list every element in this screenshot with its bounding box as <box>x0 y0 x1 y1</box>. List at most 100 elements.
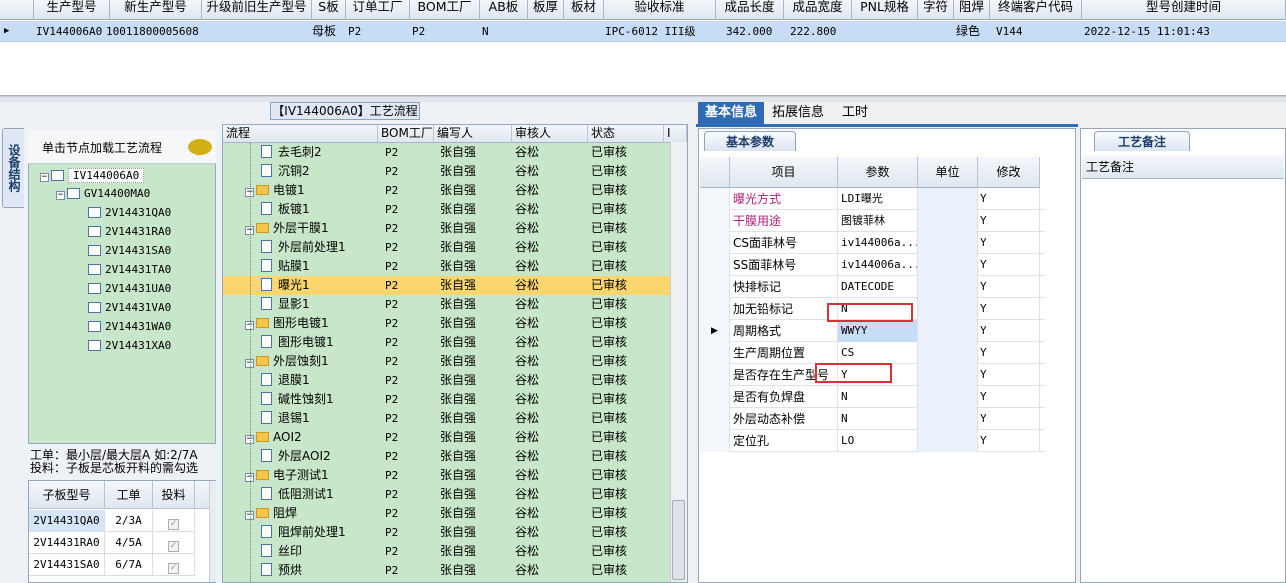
sub-grid-scrollbar[interactable] <box>209 481 216 582</box>
col-header[interactable]: 成品宽度 <box>784 0 852 20</box>
param-unit[interactable] <box>918 298 978 320</box>
param-edit[interactable]: Y <box>978 232 1040 254</box>
param-unit[interactable] <box>918 254 978 276</box>
col-header[interactable]: 型号创建时间 <box>1082 0 1286 20</box>
cell-ab-board[interactable]: N <box>482 21 512 42</box>
process-row[interactable]: 图形电镀1 P2 张自强 谷松 已审核 <box>223 333 687 352</box>
col-header[interactable]: 修改 <box>978 157 1040 188</box>
col-header[interactable]: 状态 <box>588 125 664 143</box>
chat-bubble-icon[interactable] <box>188 139 212 156</box>
process-row[interactable]: − AOI2 P2 张自强 谷松 已审核 <box>223 428 687 447</box>
process-row[interactable]: − 电子测试1 P2 张自强 谷松 已审核 <box>223 466 687 485</box>
process-row[interactable]: 外层前处理1 P2 张自强 谷松 已审核 <box>223 238 687 257</box>
col-header[interactable]: 新生产型号 <box>110 0 202 20</box>
param-item[interactable]: 生产周期位置 <box>730 342 838 364</box>
param-item[interactable]: 加无铅标记 <box>730 298 838 320</box>
param-edit[interactable]: Y <box>978 408 1040 430</box>
param-row[interactable]: ▶ 周期格式 WWYY Y <box>700 320 1045 342</box>
tree-node-leaf[interactable]: 2V14431TA0 <box>88 262 171 278</box>
param-unit[interactable] <box>918 342 978 364</box>
param-row[interactable]: SS面菲林号 iv144006a... Y <box>700 254 1045 276</box>
tab-process-notes[interactable]: 工艺备注 <box>1094 131 1190 151</box>
col-header[interactable]: 板厚 <box>528 0 564 20</box>
param-row[interactable]: 快排标记 DATECODE Y <box>700 276 1045 298</box>
param-unit[interactable] <box>918 188 978 210</box>
process-row[interactable]: 阻焊前处理1 P2 张自强 谷松 已审核 <box>223 523 687 542</box>
param-value[interactable]: iv144006a... <box>838 232 918 254</box>
tree-node-leaf[interactable]: 2V14431SA0 <box>88 243 171 259</box>
process-row[interactable]: 贴膜1 P2 张自强 谷松 已审核 <box>223 257 687 276</box>
tree-node-leaf[interactable]: 2V14431XA0 <box>88 338 171 354</box>
col-header[interactable]: 项目 <box>730 157 838 188</box>
param-value[interactable]: CS <box>838 342 918 364</box>
tree-node-leaf[interactable]: 2V14431RA0 <box>88 224 171 240</box>
param-row[interactable]: 干膜用途 图镀菲林 Y <box>700 210 1045 232</box>
param-unit[interactable] <box>918 210 978 232</box>
cell-sub-model[interactable]: 2V14431RA0 <box>29 532 105 554</box>
tree-node-leaf[interactable]: 2V14431UA0 <box>88 281 171 297</box>
cell-sub-feed[interactable]: ✓ <box>153 510 195 532</box>
process-row[interactable]: 退膜1 P2 张自强 谷松 已审核 <box>223 371 687 390</box>
param-value[interactable]: WWYY <box>838 320 918 342</box>
param-row[interactable]: 定位孔 LO Y <box>700 430 1045 452</box>
param-item[interactable]: 定位孔 <box>730 430 838 452</box>
col-header[interactable]: 工单 <box>105 481 153 509</box>
model-row[interactable]: ▶ IV144006A0 10011800005608 母板 P2 P2 N I… <box>0 21 1286 42</box>
param-value[interactable]: DATECODE <box>838 276 918 298</box>
param-value[interactable]: LO <box>838 430 918 452</box>
param-edit[interactable]: Y <box>978 386 1040 408</box>
param-value[interactable]: iv144006a... <box>838 254 918 276</box>
tab-extended-info[interactable]: 拓展信息 <box>766 102 830 124</box>
col-header[interactable]: PNL规格 <box>852 0 918 20</box>
col-header[interactable]: 投料 <box>153 481 195 509</box>
param-edit[interactable]: Y <box>978 364 1040 386</box>
cell-length[interactable]: 342.000 <box>726 21 786 42</box>
cell-new-model[interactable]: 10011800005608 <box>106 21 206 42</box>
checkbox-icon[interactable]: ✓ <box>168 563 179 574</box>
cell-solder[interactable]: 绿色 <box>956 21 990 42</box>
col-header[interactable]: BOM工厂 <box>378 125 434 143</box>
notes-col-header[interactable]: 工艺备注 <box>1082 155 1284 179</box>
process-row[interactable]: − 外层干膜1 P2 张自强 谷松 已审核 <box>223 219 687 238</box>
col-header[interactable]: 审核人 <box>512 125 588 143</box>
param-row[interactable]: CS面菲林号 iv144006a... Y <box>700 232 1045 254</box>
process-row[interactable]: 板镀1 P2 张自强 谷松 已审核 <box>223 200 687 219</box>
param-item[interactable]: 曝光方式 <box>730 188 838 210</box>
col-header[interactable]: 参数 <box>838 157 918 188</box>
tree-node-leaf[interactable]: 2V14431QA0 <box>88 205 171 221</box>
process-row[interactable]: 外层AOI2 P2 张自强 谷松 已审核 <box>223 447 687 466</box>
cell-width[interactable]: 222.800 <box>790 21 850 42</box>
col-header[interactable]: 订单工厂 <box>346 0 410 20</box>
param-edit[interactable]: Y <box>978 210 1040 232</box>
param-edit[interactable]: Y <box>978 320 1040 342</box>
col-header[interactable]: 流程 <box>223 125 378 143</box>
process-row[interactable]: 去毛刺2 P2 张自强 谷松 已审核 <box>223 143 687 162</box>
col-header[interactable]: 编写人 <box>434 125 512 143</box>
cell-sub-order[interactable]: 2/3A <box>105 510 153 532</box>
notes-area[interactable] <box>1082 179 1284 582</box>
col-header[interactable]: BOM工厂 <box>410 0 480 20</box>
param-row[interactable]: 外层动态补偿 N Y <box>700 408 1045 430</box>
param-value[interactable]: LDI曝光 <box>838 188 918 210</box>
col-header[interactable]: 升级前旧生产型号 <box>202 0 312 20</box>
cell-sub-model[interactable]: 2V14431QA0 <box>29 510 105 532</box>
process-row[interactable]: − 外层蚀刻1 P2 张自强 谷松 已审核 <box>223 352 687 371</box>
col-header[interactable]: 成品长度 <box>716 0 784 20</box>
cell-sub-feed[interactable]: ✓ <box>153 532 195 554</box>
process-row[interactable]: 预烘 P2 张自强 谷松 已审核 <box>223 561 687 580</box>
process-row[interactable]: 退锡1 P2 张自强 谷松 已审核 <box>223 409 687 428</box>
col-header[interactable]: 验收标准 <box>604 0 716 20</box>
param-edit[interactable]: Y <box>978 254 1040 276</box>
param-item[interactable]: 是否有负焊盘 <box>730 386 838 408</box>
col-header[interactable]: 终端客户代码 <box>990 0 1082 20</box>
param-row[interactable]: 曝光方式 LDI曝光 Y <box>700 188 1045 210</box>
cell-sub-order[interactable]: 6/7A <box>105 554 153 576</box>
cell-bom-factory[interactable]: P2 <box>412 21 452 42</box>
param-value[interactable]: N <box>838 386 918 408</box>
param-edit[interactable]: Y <box>978 276 1040 298</box>
col-header[interactable]: AB板 <box>480 0 528 20</box>
param-item[interactable]: 周期格式 <box>730 320 838 342</box>
param-edit[interactable]: Y <box>978 188 1040 210</box>
param-edit[interactable]: Y <box>978 342 1040 364</box>
col-header[interactable]: S板 <box>312 0 346 20</box>
